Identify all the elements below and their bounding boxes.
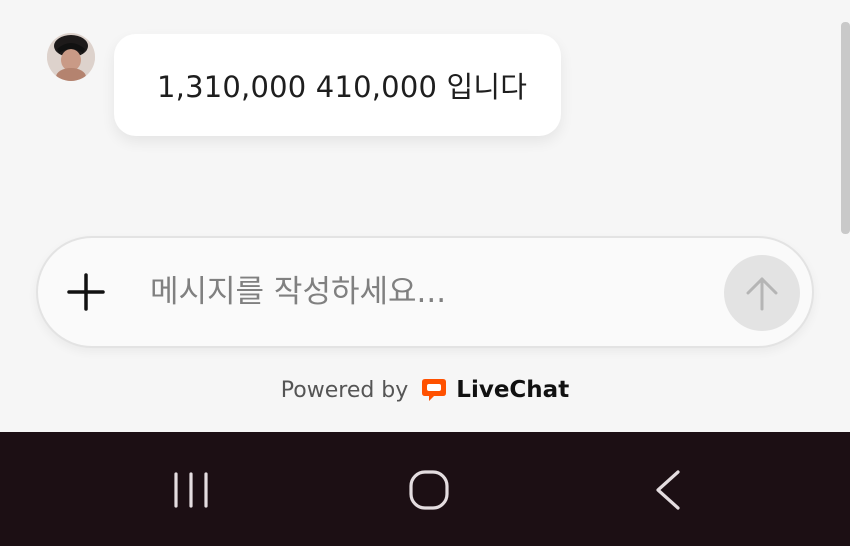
scrollbar[interactable]: [841, 22, 850, 234]
system-navigation-bar: [0, 432, 850, 546]
home-button[interactable]: [407, 468, 451, 512]
home-icon: [409, 470, 449, 510]
arrow-up-icon: [746, 277, 778, 311]
powered-by-text: Powered by: [280, 377, 409, 403]
livechat-logo-icon: [422, 379, 447, 401]
back-button[interactable]: [652, 468, 684, 512]
send-button[interactable]: [724, 255, 800, 331]
message-input[interactable]: [150, 264, 710, 320]
attach-button[interactable]: [64, 270, 108, 314]
recent-apps-button[interactable]: [168, 470, 214, 510]
powered-by: Powered by LiveChat: [0, 372, 850, 408]
message-composer: [36, 236, 814, 348]
recent-apps-icon: [174, 472, 208, 508]
livechat-link[interactable]: LiveChat: [420, 376, 569, 404]
livechat-brand-name: LiveChat: [456, 377, 570, 403]
avatar-image: [47, 33, 95, 81]
back-icon: [656, 470, 680, 510]
chat-area: 1,310,000 410,000 입니다 Powered by LiveCha…: [0, 0, 850, 432]
message-text: 1,310,000 410,000 입니다: [157, 70, 528, 104]
message-bubble: 1,310,000 410,000 입니다: [114, 34, 561, 136]
user-avatar: [47, 33, 95, 81]
plus-icon: [67, 273, 105, 311]
